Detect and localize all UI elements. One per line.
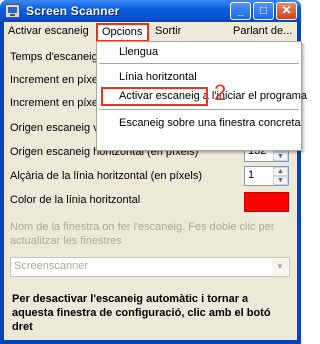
menu-item-escaneig-finestra-label: Escaneig sobre una finestra concreta: [119, 117, 301, 129]
client-area: Activar escaneig Opcions Sortir Parlant …: [4, 22, 307, 340]
chevron-down-icon[interactable]: ▼: [272, 259, 288, 275]
maximize-button[interactable]: □: [253, 2, 274, 20]
window-select[interactable]: Screenscanner ▼: [10, 257, 290, 277]
spin-down-icon[interactable]: ▼: [273, 176, 288, 185]
app-window: Screen Scanner _ □ ✕ Activar escaneig Op…: [0, 0, 307, 344]
menu-sortir[interactable]: Sortir: [155, 25, 181, 37]
right-click-note: Per desactivar l'escaneig automàtic i to…: [12, 293, 271, 333]
minimize-button[interactable]: _: [230, 2, 251, 20]
increment-pixels-label-2: Increment en píxels: [10, 97, 106, 109]
close-button[interactable]: ✕: [276, 2, 297, 20]
monitor-icon: [5, 4, 20, 18]
menu-item-llengua[interactable]: Llengua: [97, 43, 301, 61]
alcaria-linia-stepper[interactable]: 1 ▲ ▼: [244, 166, 289, 186]
spin-down-icon[interactable]: ▼: [273, 152, 288, 161]
menu-separator: [99, 63, 299, 64]
title-bar[interactable]: Screen Scanner _ □ ✕: [0, 0, 301, 22]
menu-item-llengua-label: Llengua: [119, 46, 159, 58]
menu-item-linia-horitzontal[interactable]: Línia horitzontal: [97, 68, 301, 86]
menu-parlant-de[interactable]: Parlant de...: [233, 25, 292, 37]
alcaria-linia-label: Alçària de la línia horitzontal (en píxe…: [10, 170, 202, 182]
step-number-annotation: 2: [214, 80, 227, 105]
increment-pixels-label-1: Increment en píxels: [10, 74, 106, 86]
window-border-bottom: [0, 340, 301, 344]
menu-separator: [99, 109, 299, 110]
menu-activar-escaneig[interactable]: Activar escaneig: [8, 25, 89, 37]
menu-opcions-label: Opcions: [102, 26, 143, 38]
color-linia-label: Color de la línia horitzontal: [10, 194, 141, 206]
menu-opcions[interactable]: Opcions: [96, 23, 149, 42]
menu-item-escaneig-finestra[interactable]: Escaneig sobre una finestra concreta: [97, 114, 301, 132]
alcaria-linia-value[interactable]: 1: [248, 169, 254, 181]
temps-escaneig-label: Temps d'escaneig: [10, 51, 98, 63]
spin-up-icon[interactable]: ▲: [273, 167, 288, 176]
menu-bar: Activar escaneig Opcions Sortir Parlant …: [4, 22, 297, 42]
highlight-box: [101, 87, 208, 106]
menu-item-linia-horitzontal-label: Línia horitzontal: [119, 71, 197, 83]
color-swatch[interactable]: [244, 192, 289, 212]
window-name-hint: Nom de la finestra on fer l'escaneig. Fe…: [10, 221, 275, 247]
window-title: Screen Scanner: [26, 4, 120, 18]
window-select-value: Screenscanner: [14, 260, 88, 272]
